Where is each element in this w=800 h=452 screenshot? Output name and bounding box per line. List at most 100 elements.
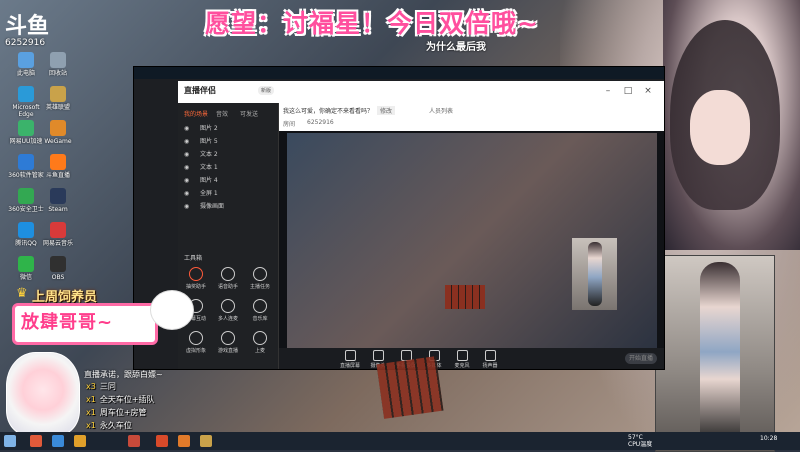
tool-button[interactable]: 抽奖助手 bbox=[182, 267, 210, 290]
app-titlebar: 直播伴侣 新版 – □ × bbox=[178, 81, 664, 104]
tool-icon bbox=[189, 267, 203, 281]
keyboard-photo bbox=[445, 285, 485, 309]
room-prefix: 房间 bbox=[283, 121, 296, 128]
room-id-label: 6252916 bbox=[5, 38, 46, 48]
source-icon bbox=[344, 350, 356, 361]
start-live-button[interactable]: 开始直播 bbox=[625, 353, 657, 364]
scene-label: 文本 1 bbox=[200, 164, 218, 171]
source-label: 麦克风 bbox=[454, 363, 470, 369]
scene-row[interactable]: ◉ 图片 2 bbox=[184, 123, 272, 133]
maximize-icon[interactable]: □ bbox=[622, 86, 634, 96]
keyboard-photo-large bbox=[376, 356, 444, 419]
clock[interactable]: 10:28 bbox=[760, 435, 777, 442]
source-icon bbox=[484, 350, 496, 361]
minimize-icon[interactable]: – bbox=[602, 86, 614, 96]
user-list-link[interactable]: 人员列表 bbox=[429, 106, 453, 115]
room-number: 6252916 bbox=[307, 119, 334, 126]
app-icon bbox=[18, 256, 34, 272]
app-icon bbox=[50, 52, 66, 68]
tool-button[interactable]: 音乐库 bbox=[246, 299, 274, 322]
cat-sticker-icon bbox=[150, 290, 194, 330]
tool-button[interactable]: 虚拟形象 bbox=[182, 331, 210, 354]
taskbar-app-icon[interactable] bbox=[52, 435, 64, 447]
desktop-icon[interactable]: Steam bbox=[36, 188, 80, 213]
eye-icon[interactable]: ◉ bbox=[184, 151, 190, 158]
source-button[interactable]: 麦克风 bbox=[449, 350, 475, 369]
source-button[interactable]: 扬声器 bbox=[477, 350, 503, 369]
scene-label: 图片 5 bbox=[200, 138, 218, 145]
preview-area: 我这么可爱，你确定不来看看吗？ 修改 人员列表 房间 6252916 直播屏幕摄… bbox=[279, 103, 664, 369]
close-icon[interactable]: × bbox=[642, 86, 654, 96]
tool-label: 主播任务 bbox=[249, 284, 270, 290]
tab-sound[interactable]: 音效 bbox=[216, 109, 228, 118]
preview-header: 我这么可爱，你确定不来看看吗？ 修改 人员列表 房间 6252916 bbox=[279, 103, 664, 131]
tool-button[interactable]: 语音助手 bbox=[214, 267, 242, 290]
nickname: 放肆哥哥~ bbox=[21, 312, 114, 333]
tab-send[interactable]: 可发送 bbox=[240, 109, 258, 118]
rules-title: 直播承诺，跟舔白嫖~ bbox=[84, 370, 163, 379]
tool-button[interactable]: 游戏直播 bbox=[214, 331, 242, 354]
desktop-icon[interactable]: 英雄联盟 bbox=[36, 86, 80, 111]
banner-subtitle: 为什么最后我 bbox=[426, 42, 486, 53]
scene-row[interactable]: ◉ 图片 5 bbox=[184, 136, 272, 146]
rule-text: 三同 bbox=[99, 382, 116, 391]
eye-icon[interactable]: ◉ bbox=[184, 164, 190, 171]
douyu-logo: 斗鱼 bbox=[5, 14, 50, 39]
desktop-icon[interactable]: OBS bbox=[36, 256, 80, 281]
taskbar-app-icon[interactable] bbox=[200, 435, 212, 447]
scene-row[interactable]: ◉ 全屏 1 bbox=[184, 188, 272, 198]
app-icon bbox=[18, 222, 34, 238]
tool-button[interactable]: 主播任务 bbox=[246, 267, 274, 290]
game-titlebar bbox=[134, 67, 664, 79]
tool-label: 多人连麦 bbox=[217, 316, 238, 322]
taskbar-app-icon[interactable] bbox=[74, 435, 86, 447]
desktop-icon[interactable]: WeGame bbox=[36, 120, 80, 145]
scene-label: 文本 2 bbox=[200, 151, 218, 158]
app-icon bbox=[50, 154, 66, 170]
taskbar bbox=[0, 432, 800, 450]
source-label: 直播屏幕 bbox=[339, 363, 360, 369]
eye-icon[interactable]: ◉ bbox=[184, 125, 190, 132]
taskbar-app-icon[interactable] bbox=[178, 435, 190, 447]
tool-label: 抽奖助手 bbox=[185, 284, 206, 290]
rule-text: 全天车位+插队 bbox=[99, 395, 155, 404]
scene-row[interactable]: ◉ 图片 4 bbox=[184, 175, 272, 185]
eye-icon[interactable]: ◉ bbox=[184, 177, 190, 184]
scene-row[interactable]: ◉ 文本 1 bbox=[184, 162, 272, 172]
wish-banner: 愿望：讨福星！今日双倍哦~ bbox=[205, 9, 539, 38]
scene-row[interactable]: ◉ 摄像画面 bbox=[184, 201, 272, 211]
tool-label: 游戏直播 bbox=[217, 348, 238, 354]
tool-button[interactable]: 上麦 bbox=[246, 331, 274, 354]
tool-icon bbox=[253, 267, 267, 281]
scene-row[interactable]: ◉ 文本 2 bbox=[184, 149, 272, 159]
taskbar-app-icon[interactable] bbox=[156, 435, 168, 447]
scene-label: 全屏 1 bbox=[200, 190, 218, 197]
tool-icon bbox=[221, 331, 235, 345]
tool-icon bbox=[221, 299, 235, 313]
start-icon[interactable] bbox=[4, 435, 16, 447]
tool-button[interactable]: 多人连麦 bbox=[214, 299, 242, 322]
desktop-icon-label: OBS bbox=[51, 274, 65, 281]
eye-icon[interactable]: ◉ bbox=[184, 203, 190, 210]
desktop-icon[interactable]: 网易云音乐 bbox=[36, 222, 80, 247]
cpu-temp-label: CPU温度 bbox=[628, 441, 653, 448]
tab-scenes[interactable]: 我的场景 bbox=[184, 109, 208, 118]
tool-icon bbox=[221, 267, 235, 281]
rule-qty: x3 bbox=[86, 382, 96, 391]
source-button[interactable]: 直播屏幕 bbox=[337, 350, 363, 369]
source-icon bbox=[372, 350, 384, 361]
scene-label: 图片 2 bbox=[200, 125, 218, 132]
stream-title[interactable]: 我这么可爱，你确定不来看看吗？ bbox=[283, 106, 373, 115]
desktop-icon[interactable]: 回收站 bbox=[36, 52, 80, 77]
taskbar-app-icon[interactable] bbox=[128, 435, 140, 447]
taskbar-app-icon[interactable] bbox=[30, 435, 42, 447]
eye-icon[interactable]: ◉ bbox=[184, 190, 190, 197]
preview-toolbar: 直播屏幕摄像头手机投屏多媒体麦克风扬声器 开始直播 bbox=[279, 348, 664, 369]
live-companion-window[interactable]: 直播伴侣 新版 – □ × 我的场景 音效 可发送 ◉ 图片 2 ◉ 图片 5 ◉ 文本 … bbox=[133, 66, 665, 370]
edit-title-button[interactable]: 修改 bbox=[377, 106, 396, 115]
app-name: 直播伴侣 bbox=[184, 86, 216, 95]
rule-qty: x1 bbox=[86, 421, 96, 430]
desktop-icon-label: 斗鱼直播 bbox=[45, 172, 70, 179]
desktop-icon[interactable]: 斗鱼直播 bbox=[36, 154, 80, 179]
eye-icon[interactable]: ◉ bbox=[184, 138, 190, 145]
